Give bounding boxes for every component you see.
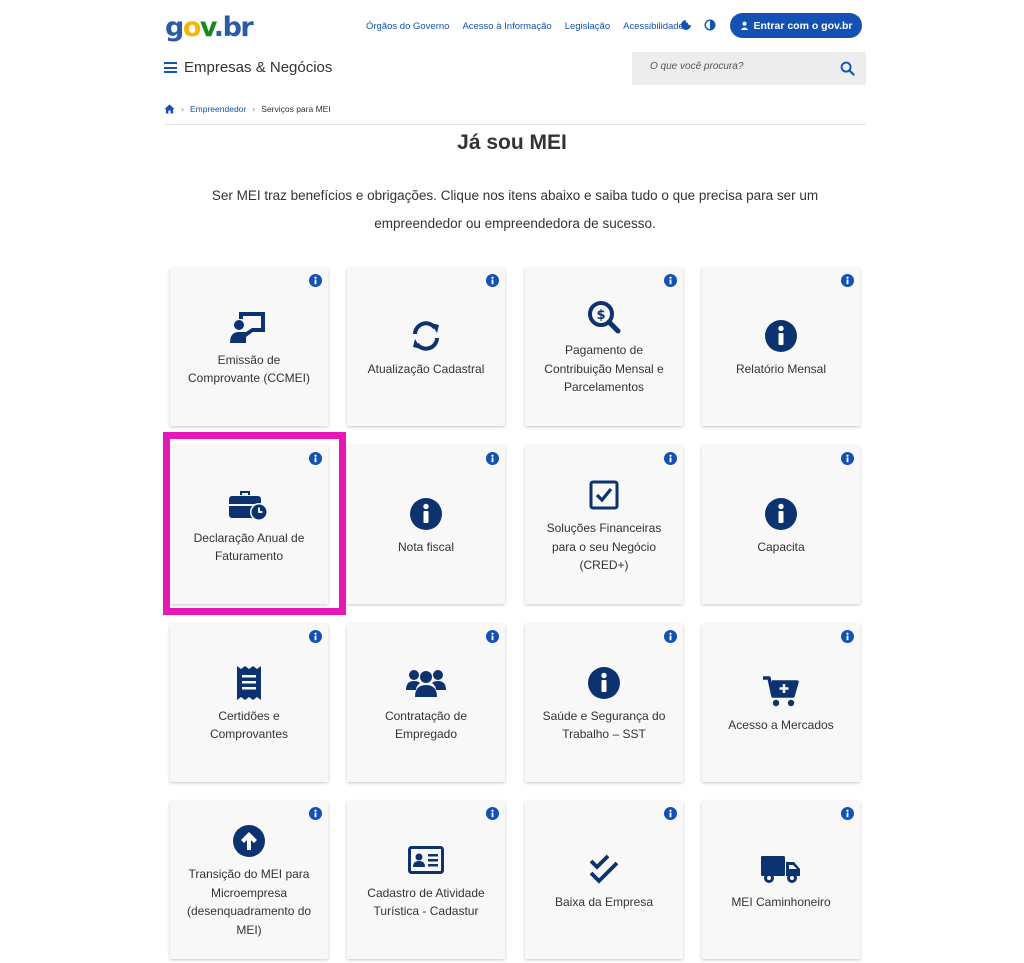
contrast-icon[interactable] bbox=[704, 19, 716, 31]
card-baixa-empresa[interactable]: Baixa da Empresa bbox=[525, 801, 683, 959]
login-button[interactable]: Entrar com o gov.br bbox=[730, 13, 862, 38]
card-acesso-mercados[interactable]: Acesso a Mercados bbox=[702, 624, 860, 782]
users-icon bbox=[406, 669, 446, 697]
info-circle-icon bbox=[765, 497, 797, 530]
card-cadastur[interactable]: Cadastro de Atividade Turística - Cadast… bbox=[347, 801, 505, 959]
page-intro: Ser MEI traz benefícios e obrigações. Cl… bbox=[211, 188, 819, 231]
truck-icon bbox=[761, 855, 800, 883]
card-declaracao-anual[interactable]: Declaração Anual de Faturamento bbox=[170, 446, 328, 604]
divider bbox=[164, 124, 866, 125]
card-label: Certidões e Comprovantes bbox=[209, 708, 289, 742]
card-label: Acesso a Mercados bbox=[728, 717, 834, 732]
section-menu[interactable]: Empresas & Negócios bbox=[164, 59, 332, 76]
card-label: Emissão de Comprovante (CCMEI) bbox=[187, 352, 311, 386]
info-icon[interactable] bbox=[309, 807, 322, 820]
id-card-icon bbox=[408, 845, 444, 874]
info-icon[interactable] bbox=[841, 807, 854, 820]
info-icon[interactable] bbox=[486, 807, 499, 820]
info-circle-icon bbox=[765, 319, 797, 352]
cart-plus-icon bbox=[763, 676, 799, 706]
card-label: Cadastro de Atividade Turística - Cadast… bbox=[367, 885, 485, 919]
info-icon[interactable] bbox=[841, 274, 854, 287]
link-orgaos-governo[interactable]: Órgãos do Governo bbox=[366, 21, 449, 32]
card-label: Atualização Cadastral bbox=[367, 361, 485, 376]
search-input[interactable] bbox=[650, 61, 830, 72]
breadcrumb: › Empreendedor › Serviços para MEI bbox=[164, 104, 331, 114]
card-relatorio-mensal[interactable]: Relatório Mensal bbox=[702, 268, 860, 426]
hamburger-menu-icon[interactable] bbox=[164, 62, 177, 73]
info-icon[interactable] bbox=[664, 452, 677, 465]
section-title: Empresas & Negócios bbox=[184, 59, 333, 76]
dollar-search-icon: $ bbox=[588, 301, 621, 334]
chevron-right-icon: › bbox=[181, 104, 184, 114]
link-acesso-informacao[interactable]: Acesso à Informação bbox=[462, 21, 551, 32]
card-saude-seguranca[interactable]: Saúde e Segurança do Trabalho – SST bbox=[525, 624, 683, 782]
card-label: Transição do MEI para Microempresa (dese… bbox=[186, 867, 312, 937]
card-label: Relatório Mensal bbox=[735, 361, 827, 376]
card-label: Soluções Financeiras para o seu Negócio … bbox=[546, 521, 662, 573]
info-icon[interactable] bbox=[309, 274, 322, 287]
card-transicao-mei[interactable]: Transição do MEI para Microempresa (dese… bbox=[170, 801, 328, 959]
card-label: Nota fiscal bbox=[397, 539, 455, 554]
card-solucoes-financeiras[interactable]: Soluções Financeiras para o seu Negócio … bbox=[525, 446, 683, 604]
breadcrumb-item-empreendedor[interactable]: Empreendedor bbox=[190, 104, 246, 114]
card-label: Pagamento de Contribuição Mensal e Parce… bbox=[544, 343, 664, 395]
breadcrumb-item-current: Serviços para MEI bbox=[261, 104, 331, 114]
info-icon[interactable] bbox=[486, 274, 499, 287]
receipt-icon bbox=[237, 665, 261, 700]
card-contratacao-empregado[interactable]: Contratação de Empregado bbox=[347, 624, 505, 782]
card-label: MEI Caminhoneiro bbox=[731, 894, 831, 909]
card-pagamento-contribuicao[interactable]: $ Pagamento de Contribuição Mensal e Par… bbox=[525, 268, 683, 426]
info-icon[interactable] bbox=[486, 452, 499, 465]
briefcase-clock-icon bbox=[229, 490, 268, 521]
info-circle-icon bbox=[410, 497, 442, 530]
presentation-user-icon bbox=[230, 311, 265, 343]
arrow-up-circle-icon bbox=[233, 825, 265, 857]
card-mei-caminhoneiro[interactable]: MEI Caminhoneiro bbox=[702, 801, 860, 959]
govbr-logo[interactable]: gov.br bbox=[165, 12, 254, 43]
top-links: Órgãos do Governo Acesso à Informação Le… bbox=[366, 21, 697, 32]
search-box bbox=[632, 52, 866, 85]
card-nota-fiscal[interactable]: Nota fiscal bbox=[347, 446, 505, 604]
info-icon[interactable] bbox=[309, 452, 322, 465]
card-label: Contratação de Empregado bbox=[384, 708, 468, 742]
info-icon[interactable] bbox=[664, 274, 677, 287]
user-icon bbox=[740, 21, 748, 30]
card-label: Saúde e Segurança do Trabalho – SST bbox=[542, 708, 666, 742]
link-legislacao[interactable]: Legislação bbox=[565, 21, 610, 32]
info-icon[interactable] bbox=[486, 630, 499, 643]
svg-text:$: $ bbox=[596, 308, 605, 323]
search-icon[interactable] bbox=[840, 61, 855, 76]
card-atualizacao-cadastral[interactable]: Atualização Cadastral bbox=[347, 268, 505, 426]
info-icon[interactable] bbox=[664, 807, 677, 820]
card-capacita[interactable]: Capacita bbox=[702, 446, 860, 604]
login-label: Entrar com o gov.br bbox=[753, 19, 853, 32]
card-label: Declaração Anual de Faturamento bbox=[193, 530, 305, 564]
info-icon[interactable] bbox=[841, 630, 854, 643]
card-label: Baixa da Empresa bbox=[554, 894, 654, 909]
info-icon[interactable] bbox=[664, 630, 677, 643]
checkbox-icon bbox=[589, 480, 619, 510]
page-title: Já sou MEI bbox=[457, 131, 567, 154]
card-certidoes[interactable]: Certidões e Comprovantes bbox=[170, 624, 328, 782]
chevron-right-icon: › bbox=[252, 104, 256, 114]
sync-icon bbox=[413, 321, 439, 351]
cookie-icon[interactable] bbox=[680, 19, 692, 31]
info-icon[interactable] bbox=[309, 630, 322, 643]
link-acessibilidade[interactable]: Acessibilidade bbox=[623, 21, 684, 32]
info-icon[interactable] bbox=[841, 452, 854, 465]
info-circle-icon bbox=[588, 666, 620, 699]
double-check-icon bbox=[589, 854, 619, 884]
card-label: Capacita bbox=[757, 539, 805, 554]
home-icon[interactable] bbox=[164, 104, 175, 114]
card-emissao-comprovante[interactable]: Emissão de Comprovante (CCMEI) bbox=[170, 268, 328, 426]
